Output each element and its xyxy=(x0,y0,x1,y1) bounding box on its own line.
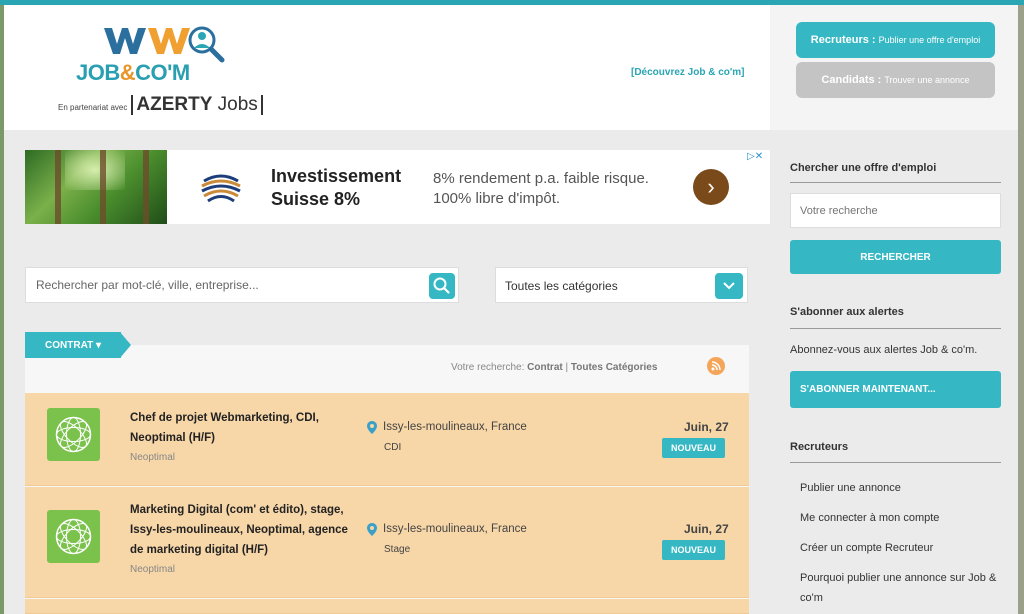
ad-tree-trunk xyxy=(143,150,149,224)
ad-tree-trunk xyxy=(55,150,61,224)
company-logo-icon xyxy=(55,518,92,555)
rss-glyph xyxy=(711,361,721,371)
ad-text: 8% rendement p.a. faible risque. 100% li… xyxy=(433,170,649,207)
alerts-heading: S'abonner aux alertes xyxy=(790,306,904,318)
ad-arrow-button[interactable]: › xyxy=(693,169,729,205)
job-title-link[interactable]: Marketing Digital (com' et édito), stage… xyxy=(130,500,360,560)
ad-banner[interactable]: Investissement Suisse 8% 8% rendement p.… xyxy=(25,150,771,224)
sidebar-search-input[interactable] xyxy=(790,193,1001,228)
job-listing-row[interactable]: Marketing Digital (com' et édito), stage… xyxy=(25,487,749,598)
location-pin-icon xyxy=(367,523,377,536)
brand-logo-text[interactable]: JOB&CO'M xyxy=(76,60,190,86)
ad-image-light xyxy=(65,150,125,190)
logo-ampersand: & xyxy=(119,60,136,85)
sidebar-search-heading: Chercher une offre d'emploi xyxy=(790,162,937,174)
new-badge: NOUVEAU xyxy=(662,438,725,458)
company-logo-icon xyxy=(55,416,92,453)
recruiters-label: Recruteurs : xyxy=(810,34,876,46)
summary-contract: Contrat xyxy=(527,362,563,373)
category-dropdown-button[interactable] xyxy=(715,273,743,299)
rss-icon[interactable] xyxy=(707,357,725,375)
recruiters-link-login[interactable]: Me connecter à mon compte xyxy=(800,508,1000,528)
partner-label: En partenariat avec xyxy=(58,103,128,112)
job-location: Issy-les-moulineaux, France xyxy=(383,523,527,535)
company-logo[interactable] xyxy=(47,408,100,461)
contract-filter-tab[interactable]: CONTRAT ▾ xyxy=(25,332,131,358)
keyword-search-box xyxy=(25,267,459,303)
job-company[interactable]: Neoptimal xyxy=(130,564,175,575)
job-location: Issy-les-moulineaux, France xyxy=(383,421,527,433)
recruiters-link-why-publish[interactable]: Pourquoi publier une annonce sur Job & c… xyxy=(800,568,1000,608)
tab-arrow-shape xyxy=(120,332,131,358)
recruiters-link-create-account[interactable]: Créer un compte Recruteur xyxy=(800,538,1000,558)
sidebar-search-button[interactable]: RECHERCHER xyxy=(790,240,1001,274)
contract-filter-label: CONTRAT ▾ xyxy=(25,332,121,358)
background-edge-right xyxy=(1018,5,1024,614)
recruiters-publish-button[interactable]: Recruteurs : Publier une offre d'emploi xyxy=(796,22,995,58)
keyword-search-button[interactable] xyxy=(429,273,455,299)
ad-forest-image xyxy=(25,150,167,224)
divider xyxy=(790,462,1001,463)
partner-name-light: Jobs xyxy=(217,94,258,115)
logo-com: CO'M xyxy=(135,60,190,85)
job-listing-row[interactable]: Chef de projet Webmarketing, CDI, Neopti… xyxy=(25,393,749,486)
company-logo[interactable] xyxy=(47,510,100,563)
recruiters-heading: Recruteurs xyxy=(790,441,849,453)
job-date: Juin, 27 xyxy=(684,522,729,536)
logo-job: JOB xyxy=(76,60,120,85)
summary-separator: | xyxy=(565,362,569,373)
chevron-down-icon xyxy=(723,282,735,290)
recruiters-link-publish[interactable]: Publier une annonce xyxy=(800,478,1000,498)
ad-brand-logo-icon xyxy=(201,168,241,208)
ad-title: Investissement Suisse 8% xyxy=(271,166,402,209)
discover-link[interactable]: [Découvrez Job & co'm] xyxy=(631,67,745,78)
category-select-value: Toutes les catégories xyxy=(505,279,618,293)
new-badge: NOUVEAU xyxy=(662,540,725,560)
search-summary: Votre recherche: Contrat | Toutes Catégo… xyxy=(451,362,657,373)
job-listing-row[interactable] xyxy=(25,599,749,614)
job-title-link[interactable]: Chef de projet Webmarketing, CDI, Neopti… xyxy=(130,408,360,448)
candidates-find-button[interactable]: Candidats : Trouver une annonce xyxy=(796,62,995,98)
search-icon xyxy=(433,277,450,294)
job-contract-type: CDI xyxy=(384,442,402,453)
recruiters-sublabel: Publier une offre d'emploi xyxy=(878,35,981,45)
candidates-sublabel: Trouver une annonce xyxy=(884,75,970,85)
keyword-search-input[interactable] xyxy=(26,268,426,302)
summary-prefix: Votre recherche: xyxy=(451,362,525,373)
location-pin-icon xyxy=(367,421,377,434)
ad-choices-icon[interactable]: ▷✕ xyxy=(747,151,763,162)
partner-line: En partenariat avec AZERTY Jobs xyxy=(58,95,263,115)
partner-name-bold: AZERTY xyxy=(136,94,213,115)
partner-logo[interactable]: AZERTY Jobs xyxy=(131,94,263,115)
category-select[interactable]: Toutes les catégories xyxy=(495,267,748,303)
job-contract-type: Stage xyxy=(384,544,411,555)
ad-tree-trunk xyxy=(100,150,106,224)
divider xyxy=(790,328,1001,329)
candidates-label: Candidats : xyxy=(821,74,882,86)
subscribe-alerts-button[interactable]: S'ABONNER MAINTENANT... xyxy=(790,371,1001,408)
job-date: Juin, 27 xyxy=(684,420,729,434)
site-header: JOB&CO'M En partenariat avec AZERTY Jobs… xyxy=(4,5,770,130)
divider xyxy=(790,182,1001,183)
summary-category: Toutes Catégories xyxy=(570,362,658,373)
job-company[interactable]: Neoptimal xyxy=(130,452,175,463)
alerts-description: Abonnez-vous aux alertes Job & co'm. xyxy=(790,344,978,356)
